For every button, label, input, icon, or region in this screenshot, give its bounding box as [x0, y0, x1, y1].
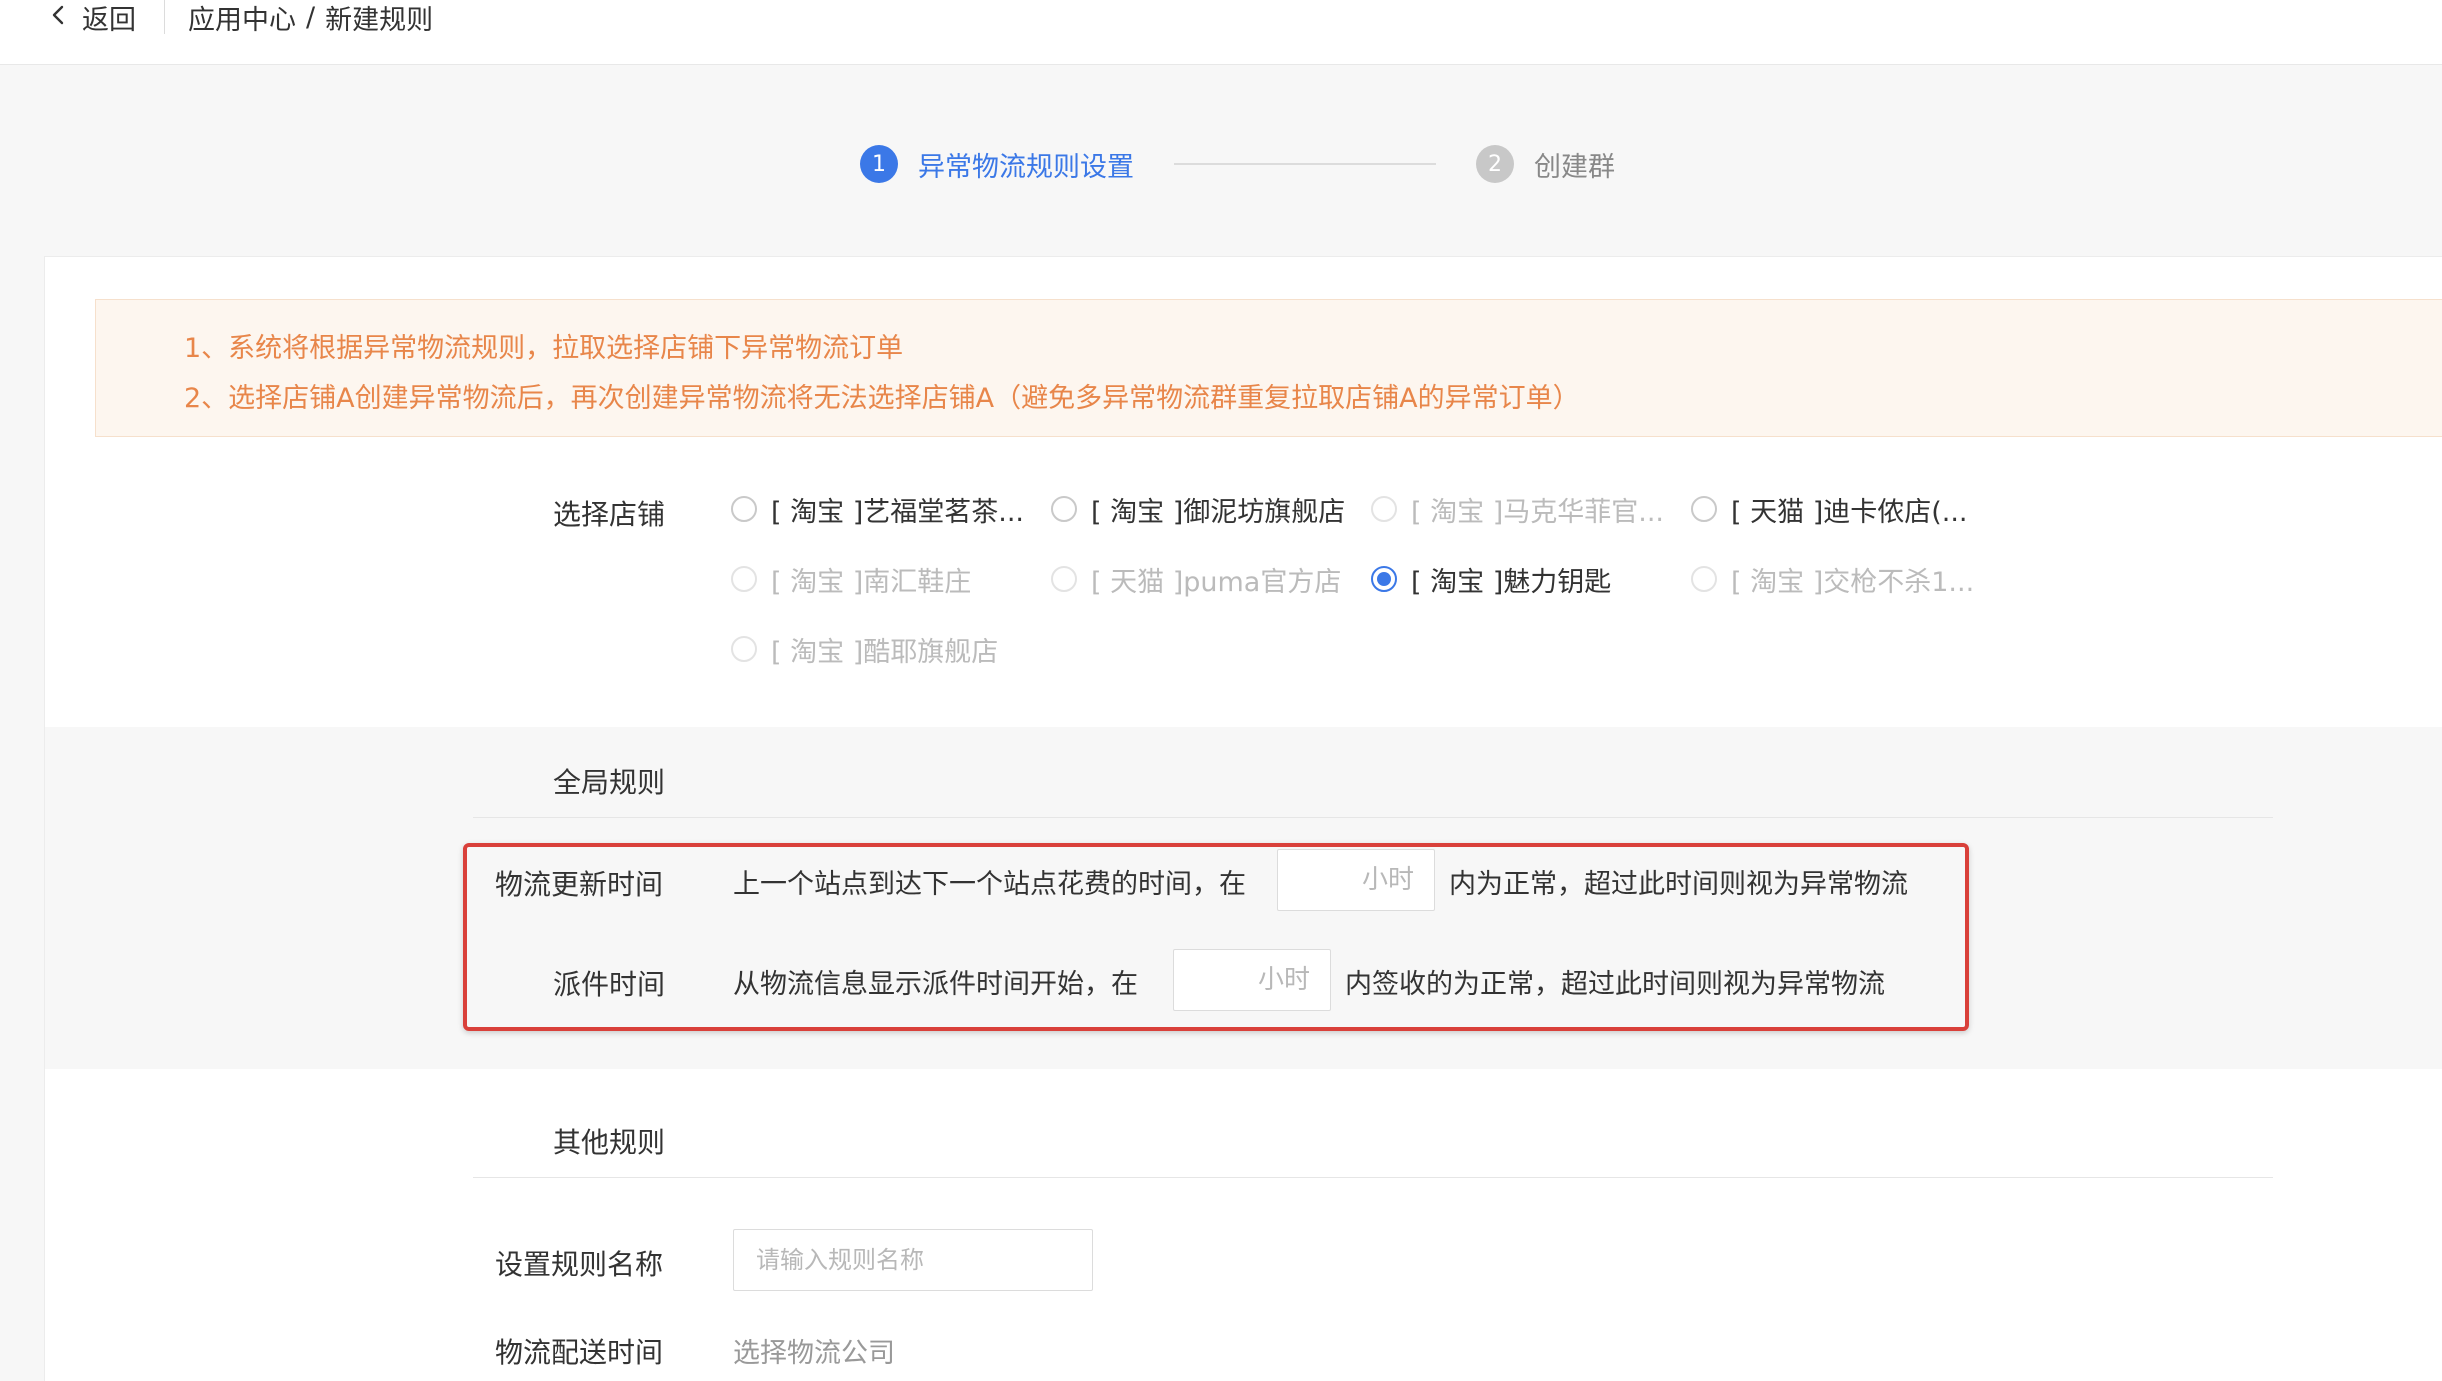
radio-icon	[1051, 566, 1077, 592]
store-option-label: [ 天猫 ]迪卡侬店(...	[1731, 496, 1968, 528]
store-option-label: [ 天猫 ]puma官方店	[1091, 566, 1342, 598]
store-option-disabled: [ 淘宝 ]马克华菲官...	[1371, 489, 1664, 529]
back-label: 返回	[82, 4, 136, 36]
store-option-label: [ 淘宝 ]马克华菲官...	[1411, 496, 1664, 528]
rule-name-input[interactable]	[733, 1229, 1093, 1291]
step-2-label: 创建群	[1534, 151, 1615, 183]
dispatch-time-hours-input[interactable]	[1173, 949, 1331, 1011]
radio-icon[interactable]	[731, 496, 757, 522]
main-card: 1、系统将根据异常物流规则，拉取选择店铺下异常物流订单 2、选择店铺A创建异常物…	[44, 256, 2442, 1381]
update-time-label: 物流更新时间	[495, 868, 664, 901]
notice-line-2: 2、选择店铺A创建异常物流后，再次创建异常物流将无法选择店铺A（避免多异常物流群…	[184, 383, 1580, 414]
rule-name-label: 设置规则名称	[495, 1248, 664, 1281]
notice-line-1: 1、系统将根据异常物流规则，拉取选择店铺下异常物流订单	[184, 333, 904, 364]
radio-icon	[731, 566, 757, 592]
step-indicator: 1 异常物流规则设置 2 创建群	[860, 142, 1615, 186]
dispatch-time-label: 派件时间	[553, 968, 666, 1001]
store-option-label: [ 淘宝 ]南汇鞋庄	[771, 566, 972, 598]
store-option-disabled: [ 淘宝 ]南汇鞋庄	[731, 559, 971, 599]
section-divider	[473, 817, 2273, 818]
store-option[interactable]: [ 淘宝 ]御泥坊旗舰店	[1051, 489, 1345, 529]
breadcrumb-separator: /	[306, 1, 316, 33]
section-divider	[473, 1177, 2273, 1178]
update-time-prefix: 上一个站点到达下一个站点花费的时间，在	[733, 869, 1246, 900]
store-option-selected[interactable]: [ 淘宝 ]魅力钥匙	[1371, 559, 1611, 599]
radio-checked-icon[interactable]	[1371, 566, 1397, 592]
store-option-label: [ 淘宝 ]艺福堂茗茶...	[771, 496, 1024, 528]
top-bar: 返回 应用中心 / 新建规则	[0, 0, 2442, 65]
global-rules-title: 全局规则	[553, 766, 666, 799]
step-connector	[1174, 163, 1436, 165]
store-option-disabled: [ 淘宝 ]酷耶旗舰店	[731, 629, 998, 669]
topbar-divider	[164, 0, 165, 34]
store-option[interactable]: [ 淘宝 ]艺福堂茗茶...	[731, 489, 1024, 529]
store-option-label: [ 淘宝 ]魅力钥匙	[1411, 566, 1612, 598]
store-option-disabled: [ 淘宝 ]交枪不杀1...	[1691, 559, 1974, 599]
breadcrumb-parent[interactable]: 应用中心	[188, 0, 296, 37]
breadcrumb: 应用中心 / 新建规则	[188, 0, 434, 37]
breadcrumb-current: 新建规则	[325, 4, 434, 36]
other-rules-title: 其他规则	[553, 1126, 666, 1159]
dispatch-time-prefix: 从物流信息显示派件时间开始，在	[733, 969, 1138, 1000]
store-option-disabled: [ 天猫 ]puma官方店	[1051, 559, 1341, 599]
dispatch-time-suffix: 内签收的为正常，超过此时间则视为异常物流	[1345, 969, 1885, 1000]
store-select-label: 选择店铺	[553, 498, 666, 531]
store-option-label: [ 淘宝 ]酷耶旗舰店	[771, 636, 999, 668]
radio-icon	[731, 636, 757, 662]
chevron-left-icon	[48, 4, 70, 30]
radio-icon	[1371, 496, 1397, 522]
delivery-time-label: 物流配送时间	[495, 1336, 664, 1369]
update-time-hours-input[interactable]	[1277, 849, 1435, 911]
select-courier-dropdown[interactable]: 选择物流公司	[733, 1331, 895, 1370]
update-time-suffix: 内为正常，超过此时间则视为异常物流	[1449, 869, 1908, 900]
store-option[interactable]: [ 天猫 ]迪卡侬店(...	[1691, 489, 1968, 529]
back-button[interactable]: 返回	[48, 0, 136, 36]
radio-icon[interactable]	[1051, 496, 1077, 522]
step-1: 1 异常物流规则设置	[860, 145, 1134, 184]
step-1-number: 1	[860, 145, 898, 183]
store-option-label: [ 淘宝 ]御泥坊旗舰店	[1091, 496, 1346, 528]
radio-icon[interactable]	[1691, 496, 1717, 522]
step-2: 2 创建群	[1476, 145, 1615, 184]
step-2-number: 2	[1476, 145, 1514, 183]
step-1-label: 异常物流规则设置	[918, 151, 1134, 183]
notice-box: 1、系统将根据异常物流规则，拉取选择店铺下异常物流订单 2、选择店铺A创建异常物…	[95, 299, 2442, 437]
radio-icon	[1691, 566, 1717, 592]
store-option-label: [ 淘宝 ]交枪不杀1...	[1731, 566, 1975, 598]
